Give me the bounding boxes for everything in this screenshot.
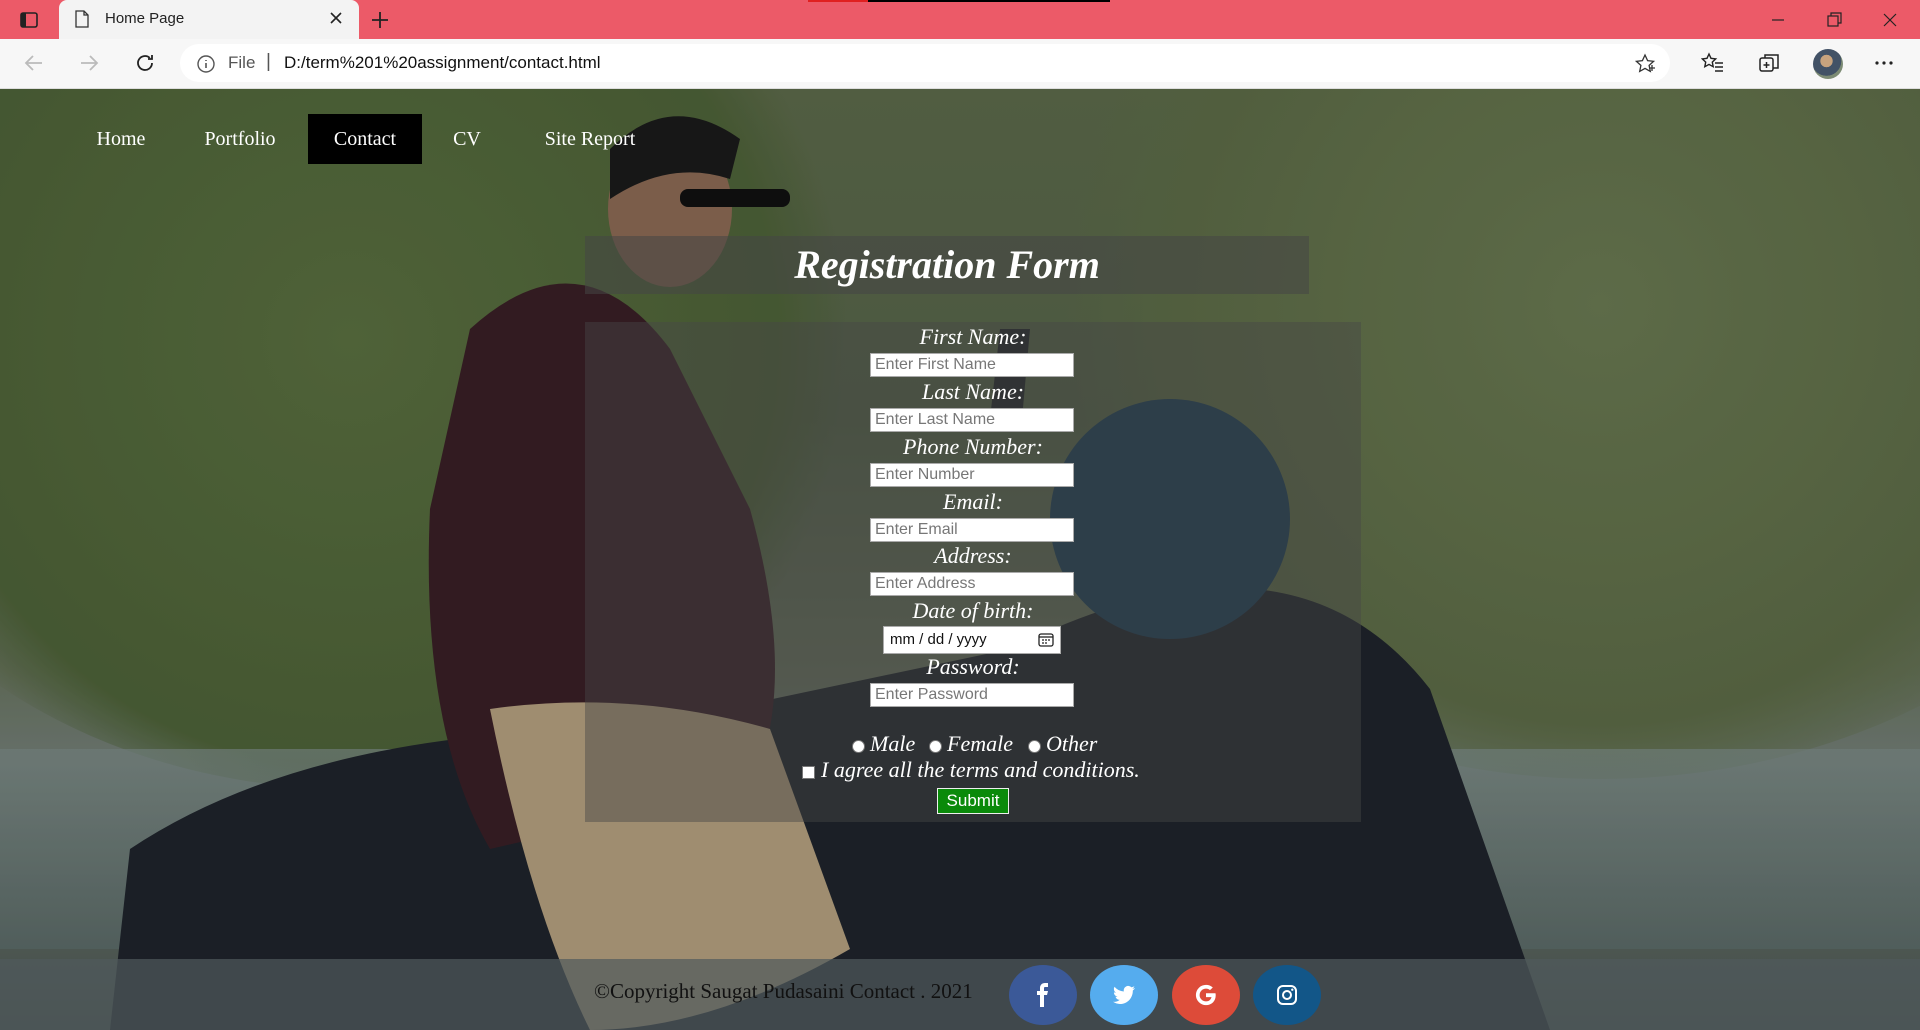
gender-male-label: Male bbox=[870, 731, 916, 756]
info-icon[interactable] bbox=[196, 54, 216, 74]
address-url[interactable]: D:/term%201%20assignment/contact.html bbox=[284, 53, 601, 73]
new-tab-icon[interactable] bbox=[368, 8, 392, 32]
nav-contact[interactable]: Contact bbox=[308, 114, 422, 164]
radio-female[interactable] bbox=[929, 740, 942, 753]
address-input[interactable]: Enter Address bbox=[870, 572, 1074, 596]
last-name-input[interactable]: Enter Last Name bbox=[870, 408, 1074, 432]
radio-other[interactable] bbox=[1028, 740, 1041, 753]
form-title-box: Registration Form bbox=[585, 236, 1309, 294]
terms-checkbox[interactable] bbox=[802, 766, 815, 779]
first-name-label: First Name: bbox=[919, 324, 1027, 349]
forward-icon[interactable] bbox=[77, 51, 101, 75]
phone-label: Phone Number: bbox=[903, 434, 1043, 459]
address-label: Address: bbox=[934, 543, 1012, 568]
form-title: Registration Form bbox=[794, 242, 1100, 287]
nav-home[interactable]: Home bbox=[80, 114, 162, 164]
page-footer: ©Copyright Saugat Pudasaini Contact . 20… bbox=[0, 959, 1920, 1030]
calendar-icon[interactable] bbox=[1038, 633, 1054, 647]
back-icon[interactable] bbox=[22, 51, 46, 75]
more-options-icon[interactable] bbox=[1872, 51, 1896, 75]
dob-input[interactable]: mm / dd / yyyy bbox=[883, 626, 1061, 654]
instagram-button[interactable] bbox=[1253, 965, 1321, 1025]
close-window-icon[interactable] bbox=[1880, 10, 1900, 30]
refresh-icon[interactable] bbox=[133, 51, 157, 75]
address-separator: | bbox=[266, 51, 271, 72]
restore-icon[interactable] bbox=[1824, 10, 1844, 30]
instagram-icon bbox=[1277, 985, 1297, 1005]
collections-icon[interactable] bbox=[1757, 51, 1781, 75]
gender-other-label: Other bbox=[1046, 731, 1098, 756]
password-label: Password: bbox=[926, 654, 1020, 679]
add-favorite-icon[interactable] bbox=[1634, 53, 1656, 75]
phone-input[interactable]: Enter Number bbox=[870, 463, 1074, 487]
loading-bar bbox=[808, 0, 1110, 2]
google-button[interactable] bbox=[1172, 965, 1240, 1025]
email-label: Email: bbox=[943, 489, 1003, 514]
radio-male[interactable] bbox=[852, 740, 865, 753]
address-toolbar: File | D:/term%201%20assignment/contact.… bbox=[0, 39, 1920, 89]
page-viewport: Home Portfolio Contact CV Site Report Re… bbox=[0, 89, 1920, 1030]
nav-cv[interactable]: CV bbox=[440, 114, 494, 164]
gender-female-label: Female bbox=[947, 731, 1013, 756]
minimize-icon[interactable] bbox=[1768, 10, 1788, 30]
google-icon bbox=[1195, 984, 1216, 1006]
favorites-icon[interactable] bbox=[1701, 51, 1725, 75]
submit-button[interactable]: Submit bbox=[937, 788, 1009, 814]
nav-portfolio[interactable]: Portfolio bbox=[182, 114, 298, 164]
browser-tab-bar: Home Page bbox=[0, 0, 1920, 39]
nav-site-report[interactable]: Site Report bbox=[520, 114, 660, 164]
address-bar[interactable]: File | D:/term%201%20assignment/contact.… bbox=[180, 44, 1670, 82]
password-input[interactable]: Enter Password bbox=[870, 683, 1074, 707]
dob-placeholder: mm / dd / yyyy bbox=[890, 631, 987, 648]
dob-label: Date of birth: bbox=[912, 598, 1034, 623]
twitter-button[interactable] bbox=[1090, 965, 1158, 1025]
email-input[interactable]: Enter Email bbox=[870, 518, 1074, 542]
last-name-label: Last Name: bbox=[921, 379, 1025, 404]
profile-avatar[interactable] bbox=[1813, 49, 1843, 79]
registration-form: First Name: Enter First Name Last Name: … bbox=[585, 322, 1361, 822]
browser-tab[interactable]: Home Page bbox=[59, 0, 359, 39]
page-icon bbox=[75, 10, 89, 28]
twitter-icon bbox=[1113, 985, 1135, 1004]
first-name-input[interactable]: Enter First Name bbox=[870, 353, 1074, 377]
address-scheme: File bbox=[228, 53, 256, 72]
terms-label: I agree all the terms and conditions. bbox=[821, 757, 1140, 782]
facebook-icon bbox=[1037, 983, 1048, 1007]
facebook-button[interactable] bbox=[1009, 965, 1077, 1025]
tab-title: Home Page bbox=[105, 10, 185, 27]
tab-actions-icon[interactable] bbox=[19, 10, 39, 30]
close-tab-icon[interactable] bbox=[327, 9, 345, 27]
copyright-text: ©Copyright Saugat Pudasaini Contact . 20… bbox=[594, 979, 973, 1003]
